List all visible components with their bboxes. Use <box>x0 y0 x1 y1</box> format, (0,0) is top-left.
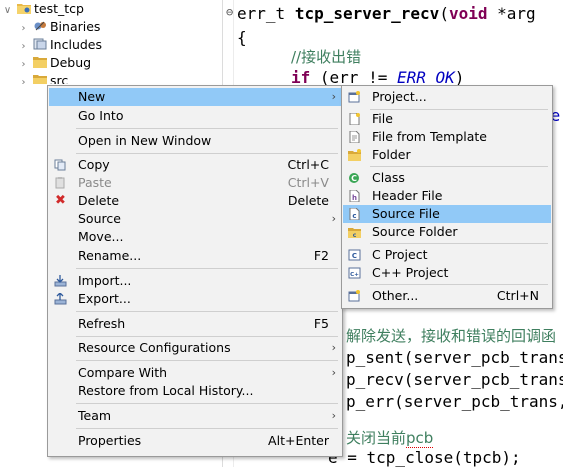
code-line-call: p_sent(server_pcb_trans <box>346 348 563 367</box>
menu-separator <box>370 166 548 167</box>
submenu-item-folder[interactable]: Folder <box>343 146 551 164</box>
menu-separator <box>76 311 338 312</box>
menu-separator <box>370 243 548 244</box>
menu-item-resource-configurations[interactable]: Resource Configurations › <box>49 339 341 357</box>
source-file-icon: c <box>349 208 360 220</box>
c-project-icon: C <box>348 249 361 261</box>
new-wizard-icon <box>348 290 360 302</box>
svg-text:C+: C+ <box>350 272 359 278</box>
menu-item-refresh[interactable]: Refresh F5 <box>49 315 341 333</box>
import-icon <box>54 275 67 287</box>
tree-item-label: Includes <box>49 37 102 52</box>
menu-separator <box>76 336 338 337</box>
tree-item-src[interactable]: › src <box>18 72 68 84</box>
svg-text:c: c <box>352 212 356 220</box>
folder-icon <box>32 57 47 68</box>
menu-item-export[interactable]: Export... <box>49 290 341 308</box>
menu-item-restore-local-history[interactable]: Restore from Local History... <box>49 382 341 400</box>
menu-item-import[interactable]: Import... <box>49 272 341 290</box>
tree-item-binaries[interactable]: › Binaries <box>18 18 101 36</box>
menu-separator <box>76 128 338 129</box>
tree-item-label: Debug <box>49 55 92 70</box>
chevron-down-icon[interactable]: ∨ <box>2 2 13 20</box>
chevron-right-icon: › <box>331 409 336 422</box>
file-template-icon <box>349 131 360 143</box>
submenu-item-file[interactable]: File <box>343 110 551 128</box>
submenu-item-c-project[interactable]: C C Project <box>343 246 551 264</box>
menu-separator <box>76 268 338 269</box>
menu-item-properties[interactable]: Properties Alt+Enter <box>49 432 341 450</box>
context-menu: New › Go Into Open in New Window Copy Ct… <box>47 85 343 457</box>
code-comment: 解除发送，接收和错误的回调函 <box>346 327 557 345</box>
menu-separator <box>76 403 338 404</box>
code-line-signature: err_t tcp_server_recv(void *arg <box>237 4 536 23</box>
svg-text:C: C <box>352 252 357 260</box>
submenu-item-cpp-project[interactable]: C+ C++ Project <box>343 264 551 282</box>
source-folder-icon <box>32 75 47 84</box>
submenu-item-source-file[interactable]: c Source File <box>343 205 551 223</box>
new-folder-icon <box>348 149 361 161</box>
menu-separator <box>76 153 338 154</box>
binaries-icon <box>34 21 46 31</box>
cpp-project-icon: C+ <box>348 267 361 279</box>
copy-icon <box>54 159 66 171</box>
menu-item-compare-with[interactable]: Compare With › <box>49 364 341 382</box>
submenu-item-project[interactable]: Project... <box>343 88 551 106</box>
project-name: test_tcp <box>33 1 84 16</box>
tree-item-debug[interactable]: › Debug <box>18 54 92 72</box>
chevron-right-icon: › <box>331 366 336 379</box>
menu-item-move[interactable]: Move... <box>49 228 341 246</box>
source-folder-icon: c <box>348 228 361 238</box>
menu-item-go-into[interactable]: Go Into <box>49 107 341 125</box>
menu-item-source[interactable]: Source › <box>49 210 341 228</box>
code-line-call: p_err(server_pcb_trans, <box>346 392 563 411</box>
new-submenu: Project... File File from Template Folde… <box>341 85 553 309</box>
svg-text:h: h <box>352 194 357 202</box>
menu-separator <box>370 284 548 285</box>
menu-separator <box>76 428 338 429</box>
chevron-right-icon: › <box>331 90 336 103</box>
code-comment: 关闭当前pcb <box>346 429 434 448</box>
submenu-item-header-file[interactable]: h Header File <box>343 187 551 205</box>
tree-item-label: Binaries <box>49 19 101 34</box>
submenu-item-class[interactable]: C Class <box>343 169 551 187</box>
tree-item-label: src <box>49 73 69 84</box>
code-line-call: p_recv(server_pcb_trans <box>346 370 563 389</box>
menu-item-new[interactable]: New › <box>49 88 341 106</box>
svg-text:C: C <box>351 174 357 183</box>
menu-item-delete[interactable]: ✖ Delete Delete <box>49 192 341 210</box>
export-icon <box>54 293 67 305</box>
new-project-icon <box>348 91 360 103</box>
menu-item-open-new-window[interactable]: Open in New Window <box>49 132 341 150</box>
tree-item-includes[interactable]: › Includes <box>18 36 103 54</box>
includes-icon <box>33 38 47 50</box>
chevron-right-icon: › <box>331 212 336 225</box>
code-comment: //接收出错 <box>291 48 362 66</box>
menu-item-copy[interactable]: Copy Ctrl+C <box>49 156 341 174</box>
code-line-brace: { <box>237 28 247 47</box>
paste-icon <box>55 177 65 189</box>
class-icon: C <box>349 173 359 183</box>
svg-text:c: c <box>353 232 357 238</box>
tree-item-project[interactable]: ∨ test_tcp <box>2 0 84 18</box>
submenu-item-source-folder[interactable]: c Source Folder <box>343 223 551 241</box>
menu-separator <box>76 360 338 361</box>
submenu-item-other[interactable]: Other... Ctrl+N <box>343 287 551 305</box>
menu-item-rename[interactable]: Rename... F2 <box>49 247 341 265</box>
delete-icon: ✖ <box>55 193 66 208</box>
code-line-close: e = tcp_close(tpcb); <box>328 448 521 467</box>
chevron-right-icon[interactable]: › <box>18 74 29 84</box>
new-file-icon <box>349 113 360 125</box>
header-file-icon: h <box>349 190 360 202</box>
fold-marker-icon[interactable]: ⊖ <box>226 2 233 22</box>
menu-item-paste[interactable]: Paste Ctrl+V <box>49 174 341 192</box>
menu-item-team[interactable]: Team › <box>49 407 341 425</box>
chevron-right-icon: › <box>331 341 336 354</box>
submenu-item-file-from-template[interactable]: File from Template <box>343 128 551 146</box>
project-folder-icon <box>16 4 31 14</box>
